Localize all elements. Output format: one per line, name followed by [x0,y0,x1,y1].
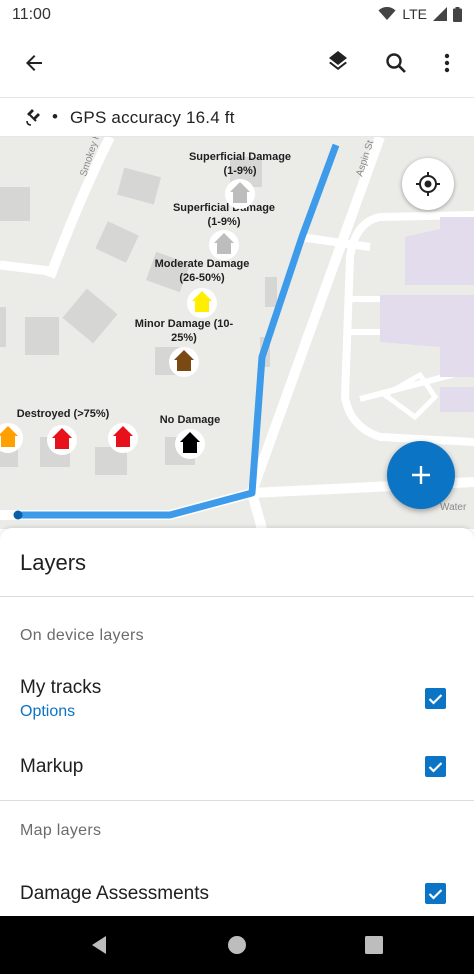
app-bar [0,30,474,96]
damage-marker-none[interactable] [175,429,205,459]
damage-label: Moderate Damage [155,258,250,270]
damage-label: No Damage [160,414,221,426]
damage-marker-moderate[interactable] [187,288,217,318]
more-vert-icon [444,53,450,73]
layer-label-my-tracks: My tracks [20,677,102,698]
layers-icon [329,51,347,70]
home-circle-icon[interactable] [225,933,249,957]
my-tracks-options-link[interactable]: Options [20,703,75,721]
gps-satellite-icon [26,109,40,126]
system-nav-bar [0,916,474,974]
gps-accuracy-text: GPS accuracy 16.4 ft [70,108,235,127]
street-label-water: Water [440,502,467,513]
check-icon [428,888,443,900]
battery-icon [453,6,462,22]
back-triangle-icon[interactable] [88,933,112,957]
search-button[interactable] [376,43,416,83]
network-type: LTE [402,6,427,22]
damage-label: Destroyed (>75%) [17,408,110,420]
street-segment [0,260,51,276]
recents-square-icon[interactable] [362,933,386,957]
section-label-map-layers: Map layers [20,822,102,839]
gps-locate-icon [416,172,440,196]
damage-label: (26-50%) [179,272,225,284]
gps-separator: • [52,107,58,126]
layers-title: Layers [20,550,87,575]
wifi-icon [378,7,396,20]
layers-button[interactable] [318,43,358,83]
track-start-point [13,510,23,520]
back-arrow-icon [26,55,42,71]
divider [0,800,474,801]
damage-label: (1-9%) [223,165,256,177]
section-label-on-device: On device layers [20,627,144,644]
damage-marker-superficial[interactable] [209,230,239,260]
damage-assessments-checkbox[interactable] [425,883,446,904]
damage-marker-destroyed[interactable] [108,423,138,453]
damage-marker-minor[interactable] [169,347,199,377]
status-icons: LTE [378,6,462,22]
layer-label-markup: Markup [20,756,84,777]
status-time: 11:00 [12,6,51,23]
more-options-button[interactable] [427,43,467,83]
divider [0,596,474,597]
damage-label: Minor Damage (10- [135,318,234,330]
check-icon [428,761,443,773]
check-icon [428,693,443,705]
damage-label: (1-9%) [207,216,240,228]
damage-marker-destroyed[interactable] [47,425,77,455]
damage-label: Superficial Damage [189,151,291,163]
damage-label: 25%) [171,332,197,344]
gps-status-bar: • GPS accuracy 16.4 ft [0,97,474,137]
layers-panel: Layers On device layers My tracks Option… [0,528,474,916]
locate-me-button[interactable] [402,158,454,210]
building-block [440,387,474,412]
search-icon [386,53,406,73]
status-bar: 11:00 LTE [0,0,474,30]
plus-icon [412,466,430,484]
add-feature-button[interactable] [387,441,455,509]
damage-label: Superficial Damage [173,202,275,214]
layer-label-damage-assessments: Damage Assessments [20,883,210,904]
signal-icon [433,7,447,21]
back-button[interactable] [14,43,54,83]
my-tracks-checkbox[interactable] [425,688,446,709]
damage-marker-superficial[interactable] [225,179,255,209]
markup-checkbox[interactable] [425,756,446,777]
